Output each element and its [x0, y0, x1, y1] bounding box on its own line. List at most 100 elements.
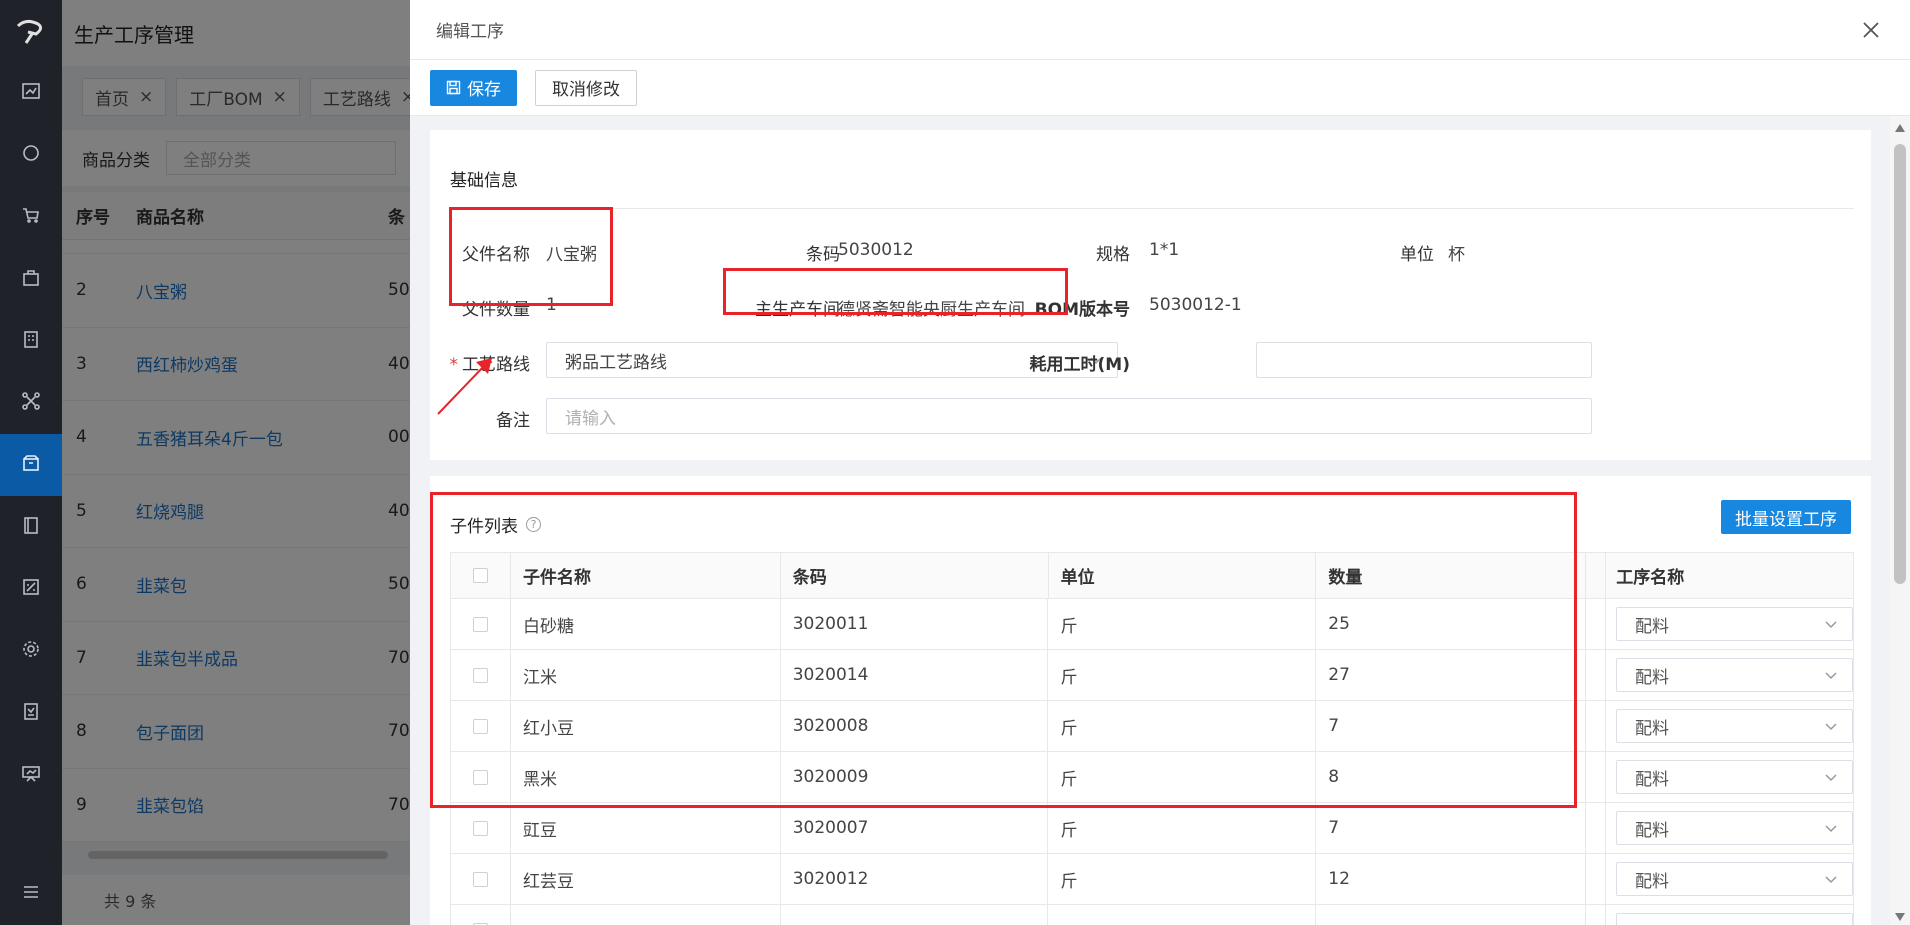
drawer-body: 基础信息 父件名称 八宝粥 条码 5030012 规格 1*1 单位 杯 父件数…: [410, 116, 1890, 925]
bag-icon: [21, 267, 41, 292]
nav-building[interactable]: [0, 310, 62, 372]
child-barcode: 3020012: [781, 854, 1049, 904]
basic-info-card: 基础信息 父件名称 八宝粥 条码 5030012 规格 1*1 单位 杯 父件数…: [430, 130, 1871, 460]
circle-icon: [21, 143, 41, 168]
spec-value: 1*1: [1149, 240, 1180, 260]
nav-settings[interactable]: [0, 620, 62, 682]
nav-bag[interactable]: [0, 248, 62, 310]
child-name: 豇豆: [511, 803, 781, 853]
row-select-cell[interactable]: [451, 854, 511, 904]
drawer-toolbar: 保存 取消修改: [410, 60, 1910, 116]
monitor-icon: [21, 763, 41, 788]
process-cell: [1606, 905, 1855, 925]
process-select[interactable]: 配料: [1616, 760, 1854, 794]
process-value: 配料: [1635, 718, 1670, 739]
app-sidebar: [0, 0, 62, 925]
process-cell: 配料: [1606, 599, 1855, 649]
chevron-down-icon: [1825, 621, 1837, 629]
save-button[interactable]: 保存: [430, 69, 517, 106]
time-input[interactable]: [1256, 342, 1592, 378]
row-spacer: [1586, 854, 1607, 904]
table-row: 豇豆 3020007 斤 7 配料: [451, 803, 1855, 854]
row-spacer: [1586, 803, 1607, 853]
process-select[interactable]: 配料: [1616, 658, 1854, 692]
chevron-down-icon: [1825, 774, 1837, 782]
cart-icon: [21, 205, 41, 230]
cancel-edit-button[interactable]: 取消修改: [535, 69, 637, 106]
process-value: 配料: [1635, 616, 1670, 637]
table-row: 红芸豆 3020012 斤 12 配料: [451, 854, 1855, 905]
save-label: 保存: [467, 80, 501, 100]
annotation-arrow: [437, 358, 492, 415]
child-unit: 斤: [1048, 854, 1317, 904]
nav-report[interactable]: [0, 682, 62, 744]
process-select[interactable]: [1616, 913, 1854, 925]
row-checkbox[interactable]: [472, 871, 488, 887]
settings-icon: [21, 639, 41, 664]
row-select-cell[interactable]: [451, 905, 511, 925]
save-icon: [446, 80, 461, 95]
network-icon: [21, 391, 41, 416]
process-value: 配料: [1635, 820, 1670, 841]
nav-box[interactable]: [0, 434, 62, 496]
remark-input[interactable]: 请输入: [546, 398, 1592, 434]
row-checkbox[interactable]: [472, 820, 488, 836]
bom-version-value: 5030012-1: [1149, 295, 1242, 315]
process-cell: 配料: [1606, 752, 1855, 802]
basic-info-title: 基础信息: [450, 171, 518, 191]
header-spacer: [1586, 553, 1607, 598]
nav-book[interactable]: [0, 496, 62, 558]
batch-set-process-button[interactable]: 批量设置工序: [1721, 500, 1851, 534]
book-icon: [21, 515, 41, 540]
process-value: 配料: [1635, 769, 1670, 790]
child-qty: [1316, 905, 1587, 925]
box-icon: [21, 453, 41, 478]
process-cell: 配料: [1606, 803, 1855, 853]
scroll-down-icon[interactable]: [1895, 913, 1905, 921]
process-cell: 配料: [1606, 854, 1855, 904]
menu-icon: [21, 882, 41, 907]
collapse-menu-button[interactable]: [0, 863, 62, 925]
nav-dashboard[interactable]: [0, 62, 62, 124]
chevron-down-icon: [1825, 825, 1837, 833]
child-name: 红芸豆: [511, 854, 781, 904]
child-name: [511, 905, 781, 925]
row-select-cell[interactable]: [451, 803, 511, 853]
process-select[interactable]: 配料: [1616, 811, 1854, 845]
nav-circle[interactable]: [0, 124, 62, 186]
route-value: 粥品工艺路线: [565, 352, 667, 373]
child-barcode: 3020007: [781, 803, 1049, 853]
drawer-title: 编辑工序: [436, 22, 504, 42]
report-icon: [21, 701, 41, 726]
vertical-scrollbar[interactable]: [1890, 116, 1910, 925]
header-process: 工序名称: [1606, 553, 1855, 598]
unit-label: 单位: [1400, 245, 1434, 265]
close-icon: [1863, 21, 1879, 38]
process-select[interactable]: 配料: [1616, 607, 1854, 641]
logo-icon[interactable]: [0, 0, 62, 62]
scroll-up-icon[interactable]: [1895, 124, 1905, 132]
chevron-down-icon: [1825, 723, 1837, 731]
time-label: 耗用工时(M): [1029, 355, 1130, 375]
close-drawer-button[interactable]: [1858, 17, 1884, 43]
process-select[interactable]: 配料: [1616, 862, 1854, 896]
annotation-box: [449, 207, 613, 306]
scroll-thumb[interactable]: [1894, 144, 1906, 584]
process-select[interactable]: 配料: [1616, 709, 1854, 743]
row-spacer: [1586, 752, 1607, 802]
nav-chart[interactable]: [0, 558, 62, 620]
annotation-box: [430, 492, 1577, 808]
chevron-down-icon: [1825, 672, 1837, 680]
child-qty: 12: [1316, 854, 1587, 904]
nav-cart[interactable]: [0, 186, 62, 248]
divider: [450, 208, 1854, 209]
dashboard-icon: [21, 81, 41, 106]
child-list-card: 子件列表 ? 批量设置工序 子件名称 条码 单位 数量 工序名称 白砂糖 302: [430, 476, 1871, 925]
nav-network[interactable]: [0, 372, 62, 434]
child-unit: [1048, 905, 1317, 925]
annotation-box: [723, 268, 1068, 315]
row-spacer: [1586, 650, 1607, 700]
building-icon: [21, 329, 41, 354]
row-spacer: [1586, 599, 1607, 649]
nav-monitor[interactable]: [0, 744, 62, 806]
